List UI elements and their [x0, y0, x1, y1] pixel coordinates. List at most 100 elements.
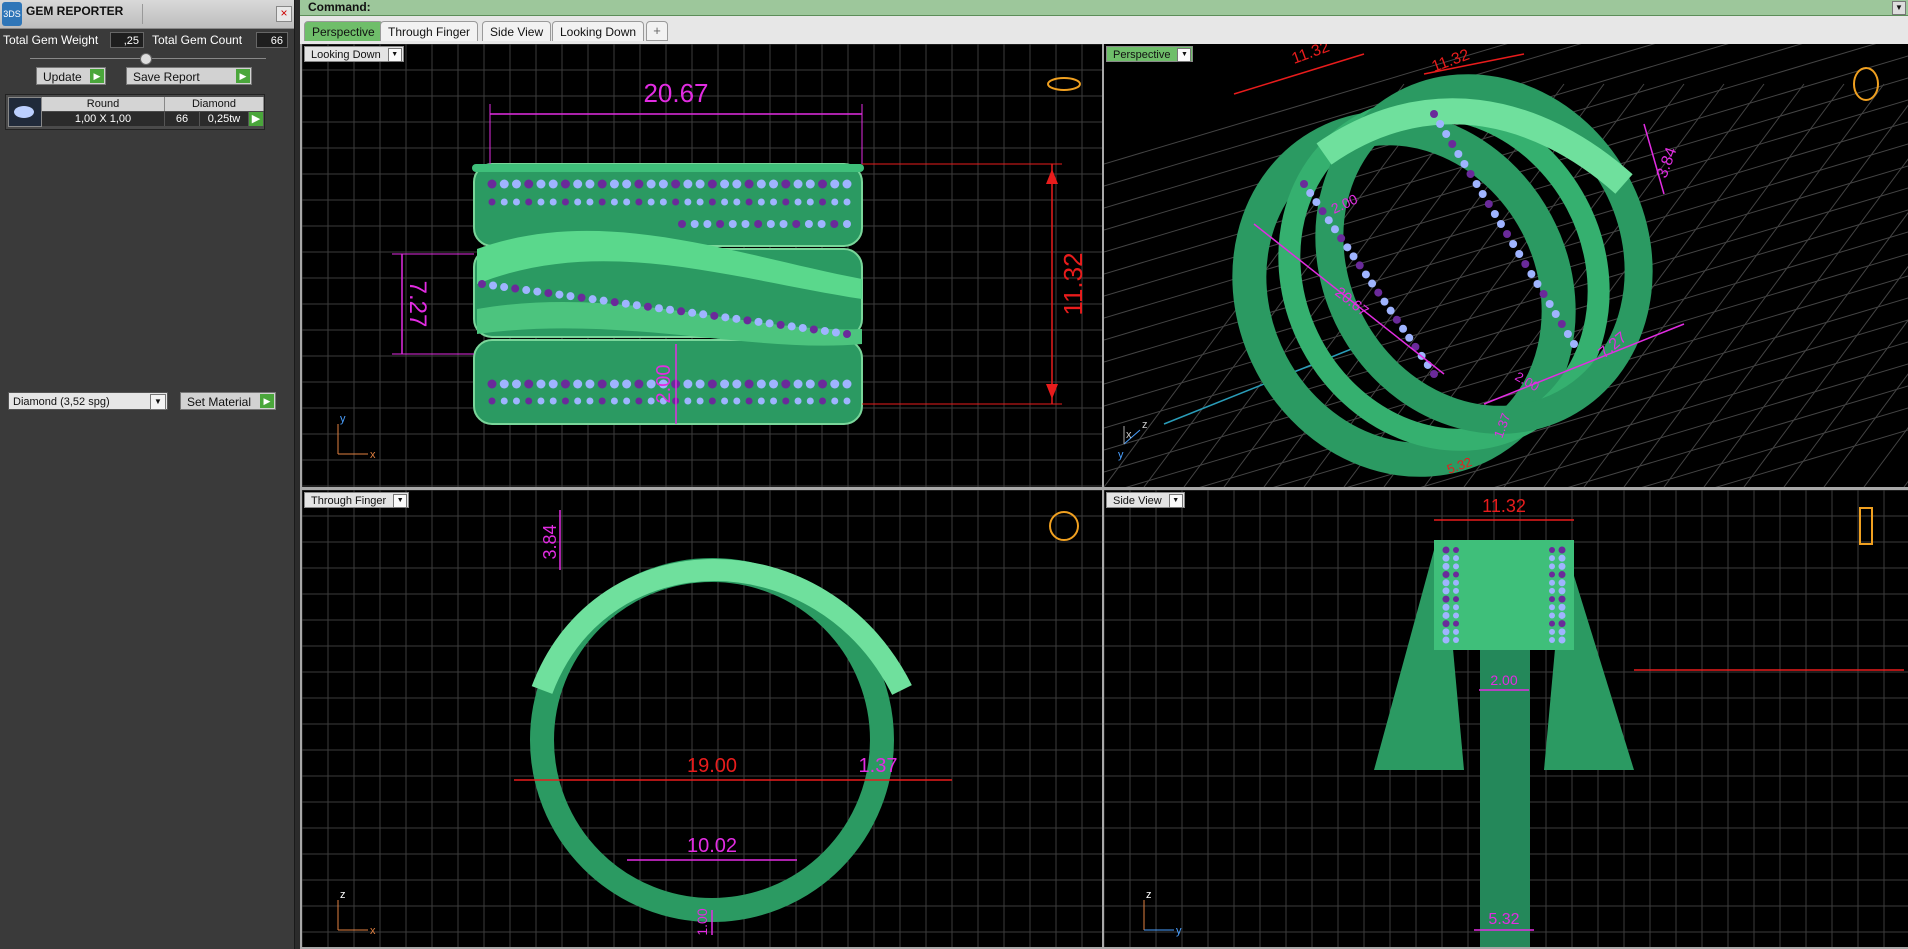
gem-dot: [819, 397, 827, 405]
axis-label: y: [340, 413, 346, 425]
gem-dot: [754, 317, 763, 326]
axis-label: x: [370, 925, 376, 937]
gem-dot: [695, 379, 705, 389]
save-report-button[interactable]: Save Report ▶: [126, 67, 252, 85]
gem-dot: [818, 379, 828, 389]
gem-dot: [757, 397, 765, 405]
gem-dot: [1330, 225, 1339, 234]
gem-dot: [843, 397, 851, 405]
gem-dot: [756, 379, 766, 389]
add-tab-button[interactable]: +: [646, 21, 668, 41]
dropdown-arrow-icon: ▼: [387, 48, 402, 62]
gem-dot: [1549, 612, 1555, 619]
gem-dot: [597, 379, 607, 389]
viewport-label[interactable]: Through Finger ▼: [304, 492, 410, 508]
gem-dot: [1453, 596, 1459, 603]
gem-dot: [1558, 562, 1566, 570]
gem-dot: [806, 397, 814, 405]
tab-side-view[interactable]: Side View: [482, 21, 552, 41]
update-button[interactable]: Update ▶: [36, 67, 106, 85]
gem-dot: [1453, 571, 1459, 578]
viewport-label-text: Through Finger: [311, 495, 387, 507]
gem-dot: [769, 379, 779, 389]
dimension-label: 3.84: [1654, 145, 1681, 180]
gem-dot: [1496, 220, 1505, 228]
viewport-label-text: Perspective: [1113, 49, 1171, 61]
gem-dot: [1442, 620, 1450, 628]
gem-dot: [793, 179, 803, 189]
gem-dot: [1306, 189, 1315, 198]
gem-dot: [1312, 198, 1321, 207]
gem-thumbnail[interactable]: [8, 97, 42, 127]
title-divider: [142, 4, 143, 24]
gem-dot: [1558, 611, 1566, 619]
command-bar[interactable]: Command: ▼: [300, 0, 1908, 16]
dimension-label: 19.00: [687, 755, 737, 777]
gem-dot: [770, 198, 778, 206]
viewport-label[interactable]: Looking Down ▼: [304, 46, 404, 62]
gem-dot: [622, 179, 632, 189]
gem-dot: [499, 379, 509, 389]
ring-band: [473, 163, 863, 247]
chevron-down-icon[interactable]: ▼: [1892, 1, 1906, 15]
gem-dot: [769, 179, 779, 189]
gem-dot: [1453, 587, 1459, 594]
gem-dot: [623, 198, 631, 206]
gem-dot: [672, 198, 680, 206]
close-icon[interactable]: ×: [276, 6, 292, 22]
gem-dot: [794, 198, 802, 206]
gem-dot: [622, 379, 632, 389]
gem-dot: [1549, 547, 1555, 553]
gem-dot: [1442, 636, 1450, 644]
gem-dot: [561, 397, 569, 405]
splitter-handle[interactable]: [140, 53, 152, 65]
gem-dot: [732, 179, 742, 189]
play-arrow-icon[interactable]: ▶: [249, 112, 264, 126]
gem-weight-cell: 0,25tw: [200, 112, 249, 126]
gem-dot: [1558, 587, 1566, 595]
gem-dot: [1337, 234, 1346, 243]
gem-dot: [1558, 628, 1566, 636]
gem-dot: [537, 198, 545, 206]
gem-dot: [643, 302, 652, 311]
gem-dot: [721, 313, 730, 322]
gem-dot: [1392, 315, 1401, 324]
gem-dot: [1355, 261, 1364, 270]
axis-label: z: [1146, 889, 1152, 901]
gem-dot: [585, 179, 595, 189]
gem-dot: [684, 198, 692, 206]
viewport-perspective[interactable]: 11.32 11.32 3.84 2.00 20.67 7.27 1.37 2.…: [1104, 44, 1908, 487]
gem-dot: [1551, 310, 1560, 318]
axis-label: z: [340, 889, 346, 901]
gem-dot: [1545, 300, 1554, 308]
gem-dot: [573, 379, 583, 389]
tab-looking-down[interactable]: Looking Down: [552, 21, 645, 41]
viewport-through-finger[interactable]: 19.00 1.37 10.02 3.84 1.00 z x Through F…: [302, 490, 1102, 947]
gem-dot: [1549, 587, 1555, 594]
gem-dot: [599, 296, 608, 305]
gem-dot: [842, 179, 852, 189]
ring-icon: [1047, 77, 1081, 91]
gem-dot: [1558, 554, 1566, 562]
viewport-label[interactable]: Side View ▼: [1106, 492, 1185, 508]
viewport-looking-down[interactable]: 20.67 11.32 7.27 2.00 y x Looking Down ▼: [302, 44, 1102, 487]
tab-through-finger[interactable]: Through Finger: [380, 21, 479, 41]
gem-dot: [499, 179, 509, 189]
gem-dot: [555, 290, 564, 299]
gem-dot: [574, 198, 582, 206]
gem-dot: [537, 397, 545, 405]
gem-dot: [512, 397, 520, 405]
axis-label: y: [1176, 925, 1182, 937]
gem-dot: [1558, 571, 1566, 579]
material-select-value: Diamond (3,52 spg): [13, 396, 110, 408]
viewport-label[interactable]: Perspective ▼: [1106, 46, 1194, 62]
material-select[interactable]: Diamond (3,52 spg) ▼: [8, 392, 168, 410]
play-arrow-icon: ▶: [90, 69, 104, 83]
gem-dot: [1533, 280, 1542, 288]
gem-dot: [1361, 270, 1370, 279]
viewport-side-view[interactable]: 11.32 2.00 5.32 z y Side View ▼: [1104, 490, 1908, 947]
dimension-label: 1.37: [859, 755, 898, 777]
set-material-button[interactable]: Set Material ▶: [180, 392, 276, 410]
gem-dot: [1558, 595, 1566, 603]
tab-perspective[interactable]: Perspective: [304, 21, 383, 41]
